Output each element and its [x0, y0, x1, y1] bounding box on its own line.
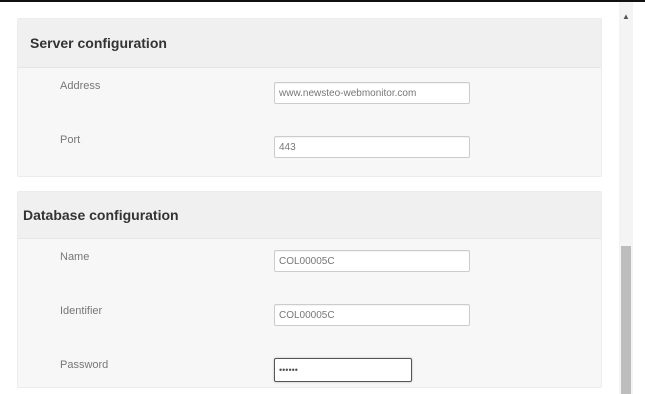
name-row: Name	[18, 239, 601, 293]
server-configuration-heading: Server configuration	[18, 19, 601, 68]
identifier-row: Identifier	[18, 293, 601, 347]
address-label: Address	[60, 80, 101, 92]
port-row: Port	[18, 122, 601, 176]
identifier-input[interactable]	[274, 304, 470, 326]
identifier-label: Identifier	[60, 305, 103, 317]
settings-content: Server configuration Address Port Databa…	[17, 18, 602, 388]
name-label: Name	[60, 251, 90, 263]
vertical-scrollbar[interactable]: ▲	[619, 2, 633, 394]
arrow-up-icon[interactable]: ▲	[619, 10, 633, 24]
window: Server configuration Address Port Databa…	[0, 0, 645, 394]
port-input[interactable]	[274, 136, 470, 158]
port-label: Port	[60, 134, 81, 146]
address-row: Address	[18, 68, 601, 122]
password-input[interactable]	[274, 358, 412, 382]
database-configuration-panel: Database configuration Name Identifier P…	[17, 191, 602, 388]
server-configuration-panel: Server configuration Address Port	[17, 18, 602, 177]
database-configuration-heading: Database configuration	[18, 192, 601, 239]
name-input[interactable]	[274, 250, 470, 272]
top-border	[0, 0, 645, 2]
scrollbar-thumb[interactable]	[621, 246, 631, 394]
password-label: Password	[60, 359, 109, 371]
password-row: Password	[18, 347, 601, 387]
address-input[interactable]	[274, 82, 470, 104]
